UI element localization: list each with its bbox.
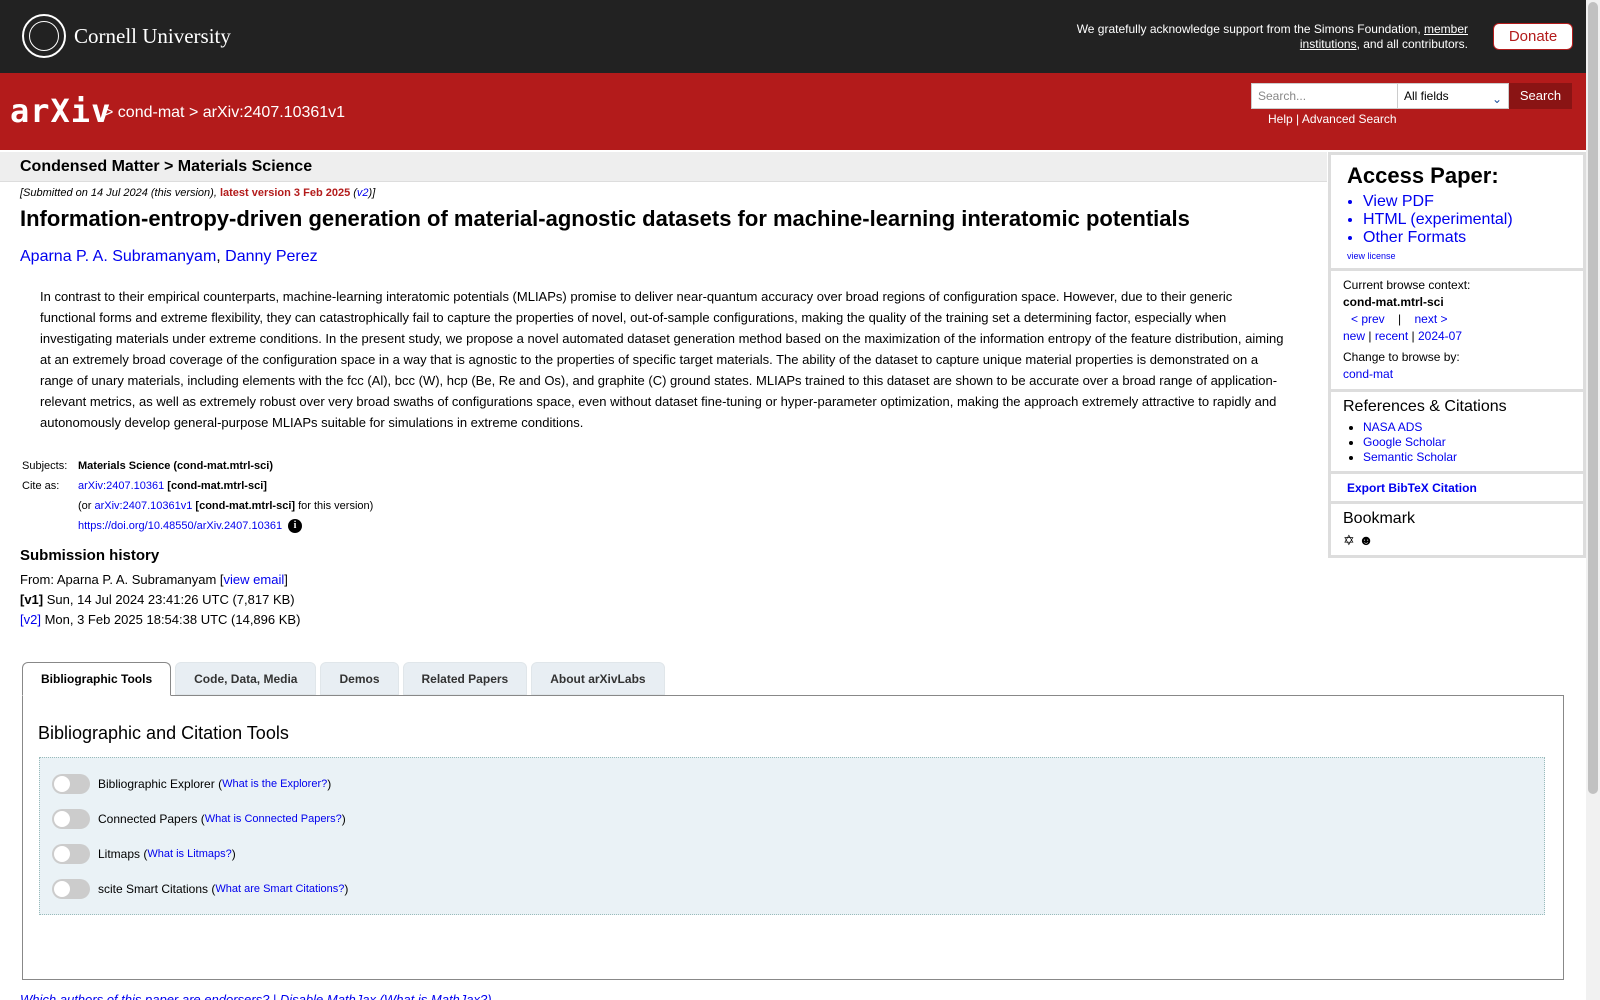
connected-papers-toggle[interactable] — [52, 809, 90, 829]
search-input[interactable]: Search... — [1251, 83, 1398, 109]
bookmark-box: Bookmark ✡ ☻ — [1328, 501, 1586, 558]
tab-code-data-media[interactable]: Code, Data, Media — [175, 662, 317, 695]
bibsonomy-icon[interactable]: ✡ — [1343, 532, 1355, 549]
browse-context: cond-mat.mtrl-sci — [1343, 295, 1444, 309]
arxiv-logo[interactable]: arXiv — [10, 92, 111, 130]
paper-title: Information-entropy-driven generation of… — [20, 206, 1190, 231]
search-field-select[interactable]: All fields ⌄ — [1397, 83, 1509, 109]
chevron-down-icon: ⌄ — [1491, 92, 1502, 106]
scite-toggle[interactable] — [52, 879, 90, 899]
prev-link[interactable]: < prev — [1351, 312, 1385, 326]
breadcrumb-paper-id: arXiv:2407.10361v1 — [202, 104, 346, 121]
submission-dateline: [Submitted on 14 Jul 2024 (this version)… — [20, 187, 376, 199]
cornell-logo[interactable]: Cornell University — [22, 14, 231, 58]
arxiv-header: arXiv > cond-mat > arXiv:2407.10361v1 Se… — [0, 73, 1586, 150]
doi-link[interactable]: https://doi.org/10.48550/arXiv.2407.1036… — [78, 520, 282, 532]
v2-link[interactable]: v2 — [357, 187, 369, 199]
submission-history-title: Submission history — [20, 547, 160, 564]
author-link[interactable]: Danny Perez — [225, 248, 318, 265]
semantic-scholar-link[interactable]: Semantic Scholar — [1363, 450, 1457, 464]
other-formats-link[interactable]: Other Formats — [1363, 229, 1466, 246]
tab-demos[interactable]: Demos — [320, 662, 399, 695]
latest-version: latest version 3 Feb 2025 — [219, 187, 351, 199]
tool-row: scite Smart Citations (What are Smart Ci… — [52, 879, 348, 899]
cornell-name: Cornell University — [74, 23, 231, 48]
month-link[interactable]: 2024-07 — [1418, 329, 1462, 343]
tab-panel: Bibliographic and Citation Tools Bibliog… — [22, 695, 1564, 980]
advanced-search-link[interactable]: Advanced Search — [1302, 112, 1397, 126]
info-icon[interactable]: i — [288, 519, 303, 534]
submission-history: From: Aparna P. A. Subramanyam [view ema… — [20, 572, 301, 627]
top-bar: Cornell University We gratefully acknowl… — [0, 0, 1586, 73]
labs-tabs: Bibliographic Tools Code, Data, Media De… — [22, 662, 669, 696]
donate-button[interactable]: Donate — [1493, 23, 1573, 50]
litmaps-toggle[interactable] — [52, 844, 90, 864]
cornell-seal-icon — [22, 14, 66, 58]
recent-link[interactable]: recent — [1375, 329, 1408, 343]
support-text: We gratefully acknowledge support from t… — [1076, 22, 1468, 51]
access-paper-title: Access Paper: — [1347, 163, 1499, 188]
tab-related-papers[interactable]: Related Papers — [402, 662, 528, 695]
view-email-link[interactable]: view email — [224, 572, 285, 587]
subjects-label: Subjects: — [22, 460, 68, 472]
panel-title: Bibliographic and Citation Tools — [38, 723, 289, 743]
scrollbar-thumb[interactable] — [1588, 2, 1598, 794]
help-links: Help | Advanced Search — [1268, 112, 1397, 126]
next-link[interactable]: next > — [1415, 312, 1448, 326]
tab-about-arxivlabs[interactable]: About arXivLabs — [531, 662, 665, 695]
tool-row: Bibliographic Explorer (What is the Expl… — [52, 774, 331, 794]
reddit-icon[interactable]: ☻ — [1359, 532, 1374, 549]
change-cat-link[interactable]: cond-mat — [1343, 367, 1393, 381]
cite-id-link[interactable]: arXiv:2407.10361 — [78, 480, 164, 492]
cite-label: Cite as: — [22, 480, 60, 492]
export-bibtex-link[interactable]: Export BibTeX Citation — [1343, 481, 1477, 495]
new-link[interactable]: new — [1343, 329, 1365, 343]
metadata-table: Subjects: Materials Science (cond-mat.mt… — [20, 456, 373, 536]
access-paper-box: Access Paper: View PDF HTML (experimenta… — [1328, 152, 1586, 268]
google-scholar-link[interactable]: Google Scholar — [1363, 435, 1446, 449]
scite-help-link[interactable]: What are Smart Citations? — [215, 883, 344, 895]
explorer-help-link[interactable]: What is the Explorer? — [222, 778, 327, 790]
references-title: References & Citations — [1343, 398, 1507, 415]
tool-row: Connected Papers (What is Connected Pape… — [52, 809, 346, 829]
bibliographic-explorer-toggle[interactable] — [52, 774, 90, 794]
breadcrumb-cond-mat[interactable]: cond-mat — [118, 104, 185, 121]
author-link[interactable]: Aparna P. A. Subramanyam — [20, 248, 216, 265]
subjects-value: Materials Science (cond-mat.mtrl-sci) — [78, 460, 274, 472]
help-link[interactable]: Help — [1268, 112, 1293, 126]
tab-bibliographic-tools[interactable]: Bibliographic Tools — [22, 662, 172, 696]
breadcrumb: > cond-mat > arXiv:2407.10361v1 — [104, 104, 346, 121]
subject-heading: Condensed Matter > Materials Science — [0, 152, 1327, 182]
tool-row: Litmaps (What is Litmaps?) — [52, 844, 236, 864]
litmaps-help-link[interactable]: What is Litmaps? — [147, 848, 231, 860]
nasa-ads-link[interactable]: NASA ADS — [1363, 420, 1422, 434]
scrollbar[interactable] — [1586, 0, 1600, 1000]
v2-history-link[interactable]: [v2] — [20, 612, 41, 627]
bibtex-box: Export BibTeX Citation — [1328, 471, 1586, 501]
v1-label: [v1] — [20, 592, 44, 607]
abstract: In contrast to their empirical counterpa… — [40, 289, 1284, 430]
footer-links[interactable]: Which authors of this paper are endorser… — [20, 992, 492, 1000]
cite-v1-link[interactable]: arXiv:2407.10361v1 — [95, 500, 193, 512]
html-link[interactable]: HTML (experimental) — [1363, 211, 1513, 228]
tools-box: Bibliographic Explorer (What is the Expl… — [39, 757, 1545, 915]
connected-papers-help-link[interactable]: What is Connected Papers? — [205, 813, 342, 825]
browse-context-box: Current browse context: cond-mat.mtrl-sc… — [1328, 268, 1586, 389]
references-box: References & Citations NASA ADS Google S… — [1328, 389, 1586, 471]
search-button[interactable]: Search — [1509, 83, 1572, 109]
authors: Aparna P. A. Subramanyam, Danny Perez — [20, 248, 318, 265]
view-license-link[interactable]: view license — [1343, 251, 1396, 261]
view-pdf-link[interactable]: View PDF — [1363, 193, 1434, 210]
sidebar: Access Paper: View PDF HTML (experimenta… — [1328, 152, 1586, 558]
bookmark-title: Bookmark — [1343, 510, 1416, 527]
